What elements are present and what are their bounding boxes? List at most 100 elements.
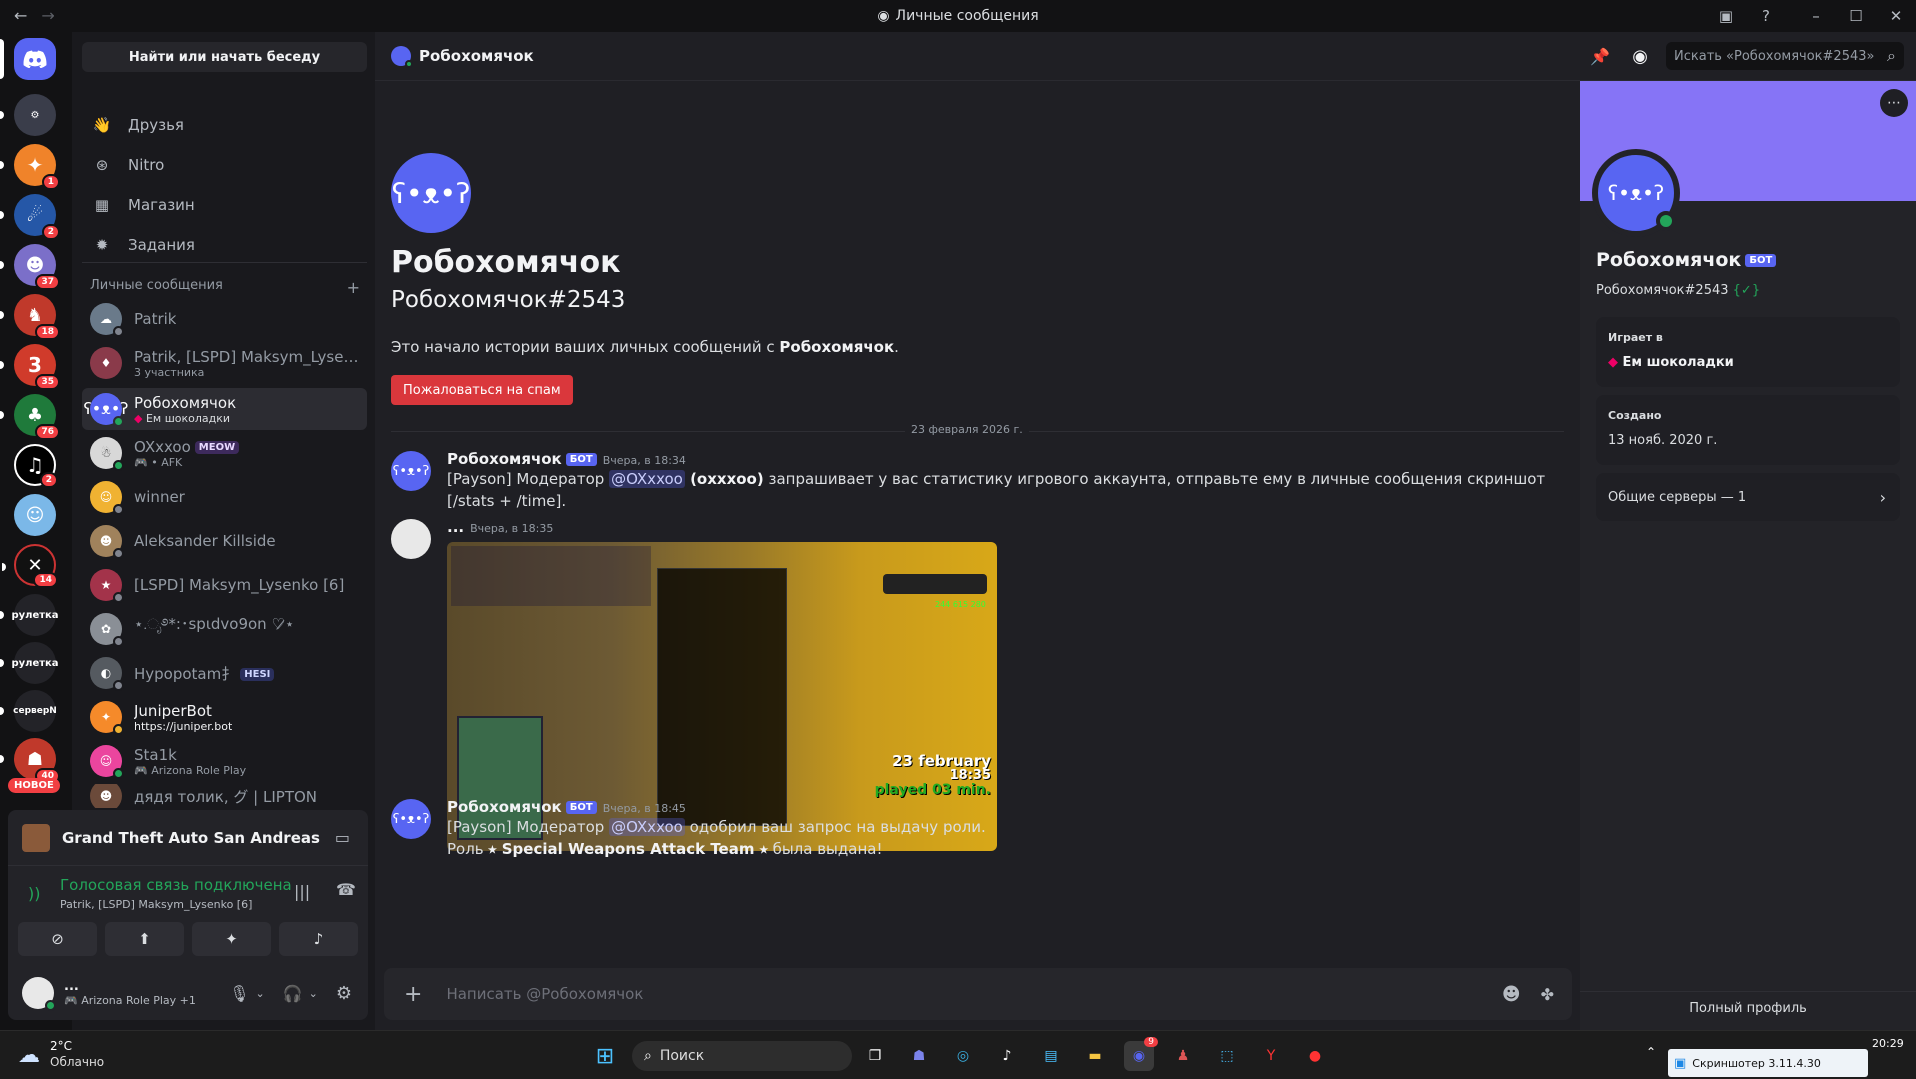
server-icon-8[interactable]: ♫ 2	[14, 444, 58, 488]
server-icon-14[interactable]: ☗ 40	[0, 738, 60, 784]
store-icon[interactable]: ▤	[1036, 1041, 1066, 1071]
voice-actions: ⊘ ⬆ ✦ ♪	[18, 922, 358, 956]
message-composer[interactable]: + Написать @Робохомячок ☻ ✤	[384, 968, 1572, 1020]
more-options-icon[interactable]: ⋯	[1880, 89, 1908, 117]
avatar: ʕ•ᴥ•ʔ	[84, 393, 128, 427]
report-spam-button[interactable]: Пожаловаться на спам	[391, 375, 573, 405]
chat-header: Робохомячок 📌 ◉ Искать «Робохомячок#2543…	[375, 32, 1916, 81]
shop-icon: ▦	[94, 196, 110, 214]
hamster-bot-icon: ʕ•ᴥ•ʔ	[83, 399, 129, 418]
microphone-icon[interactable]: 🎙	[229, 984, 249, 1003]
screenshot-tool-icon[interactable]: ⬚	[1212, 1041, 1242, 1071]
full-profile-link[interactable]: Полный профиль	[1580, 1001, 1916, 1016]
game-app-icon[interactable]: ♟	[1168, 1041, 1198, 1071]
nav-shop[interactable]: ▦ Магазин	[82, 186, 367, 224]
server-icon-2[interactable]: ✦ 1	[0, 144, 60, 190]
dm-item[interactable]: ☁ Patrik	[82, 298, 367, 340]
chevron-down-icon[interactable]: ⌄	[256, 987, 265, 1000]
emoji-icon[interactable]: ☻	[1502, 984, 1521, 1005]
cloud-icon: ☁	[18, 1043, 40, 1068]
user-profile-icon[interactable]: ◉	[1632, 46, 1648, 67]
dm-item[interactable]: ◐ Hypopotam⺘ HESI	[82, 652, 367, 694]
server-icon-5[interactable]: ♞ 18	[0, 294, 60, 340]
teams-icon[interactable]: ☗	[904, 1041, 934, 1071]
server-icon-4[interactable]: ☻ 37	[0, 244, 60, 290]
new-servers-badge[interactable]: НОВОЕ	[8, 778, 60, 793]
camera-off-icon[interactable]: ⊘	[18, 922, 97, 956]
server-serverN[interactable]: серверN	[0, 690, 57, 732]
server-ruletka-2[interactable]: рулетка	[0, 642, 59, 684]
chevron-down-icon[interactable]: ⌄	[309, 987, 318, 1000]
taskbar-search[interactable]: ⌕ Поиск	[632, 1041, 852, 1071]
server-icon-7[interactable]: ♣ 76	[0, 394, 60, 440]
user-mention[interactable]: @OXxxoo	[609, 818, 685, 836]
dm-item-group[interactable]: ♦ Patrik, [LSPD] Maksym_Lysenk... 3 участ…	[82, 342, 367, 384]
pin-icon[interactable]: 📌	[1590, 47, 1610, 66]
anime-avatar-icon: ☺	[25, 504, 45, 526]
home-button[interactable]	[0, 38, 56, 80]
disconnect-icon[interactable]: ☎	[336, 880, 356, 899]
mutual-servers-button[interactable]: Общие серверы — 1 ›	[1596, 473, 1900, 521]
search-box[interactable]: Искать «Робохомячок#2543» ⌕	[1666, 42, 1904, 70]
create-dm-plus-icon[interactable]: +	[347, 278, 360, 297]
user-mention[interactable]: @OXxxoo	[609, 470, 685, 488]
screen-share-button[interactable]: ⬆	[105, 922, 184, 956]
record-icon[interactable]: ●	[1300, 1041, 1330, 1071]
fox-icon: ✦	[26, 153, 44, 177]
avatar[interactable]	[391, 519, 431, 559]
close-icon[interactable]: ✕	[1876, 7, 1916, 25]
activities-icon[interactable]: ✦	[192, 922, 271, 956]
dm-item[interactable]: ☺ Sta1k 🎮 Arizona Role Play	[82, 740, 367, 782]
dm-item[interactable]: ☺ winner	[82, 476, 367, 518]
tiktok-icon[interactable]: ♪	[992, 1041, 1022, 1071]
apps-icon[interactable]: ✤	[1541, 985, 1554, 1004]
dm-item-active[interactable]: ʕ•ᴥ•ʔ Робохомячок ◆ Ем шоколадки	[82, 388, 367, 430]
nav-quests[interactable]: ✹ Задания	[82, 226, 367, 264]
attach-plus-icon[interactable]: +	[404, 982, 422, 1007]
server-icon-9[interactable]: ☺	[14, 494, 56, 536]
nav-nitro[interactable]: ⊛ Nitro	[82, 146, 367, 184]
meow-tag: MEOW	[194, 440, 240, 454]
tray-chevron-up-icon[interactable]: ⌃	[1646, 1045, 1656, 1059]
dm-item[interactable]: ☻ Aleksander Killside	[82, 520, 367, 562]
window-title: ◉ Личные сообщения	[877, 8, 1039, 24]
soundboard-icon[interactable]: ♪	[279, 922, 358, 956]
date-divider-label: 23 февраля 2026 г.	[905, 423, 1029, 436]
minimize-icon[interactable]: –	[1796, 7, 1836, 25]
online-status	[1656, 211, 1676, 231]
server-icon-3[interactable]: ☄ 2	[0, 194, 60, 240]
windows-start-icon[interactable]: ⊞	[590, 1041, 620, 1071]
dm-item[interactable]: ☻ дядя толик, グ | LIPTON	[82, 784, 367, 808]
edge-icon[interactable]: ◎	[948, 1041, 978, 1071]
server-icon-10[interactable]: ✕ 14	[2, 544, 58, 588]
avatar: ☃	[90, 437, 124, 471]
find-conversation-button[interactable]: Найти или начать беседу	[82, 42, 367, 72]
noise-suppression-icon[interactable]: |||	[294, 882, 310, 901]
screenshoter-notification[interactable]: ▣ Скриншотер 3.11.4.30	[1668, 1049, 1868, 1077]
explorer-icon[interactable]: ▬	[1080, 1041, 1110, 1071]
headphones-icon[interactable]: 🎧	[283, 984, 303, 1003]
created-card: Создано 13 нояб. 2020 г.	[1596, 395, 1900, 465]
avatar[interactable]	[22, 977, 56, 1011]
dm-item[interactable]: ✦ JuniperBot https://juniper.bot	[82, 696, 367, 738]
server-icon-6[interactable]: 3 35	[0, 344, 60, 390]
yandex-icon[interactable]: Y	[1256, 1041, 1286, 1071]
signal-icon: ))	[28, 884, 41, 903]
server-icon-1[interactable]: ⚙	[0, 94, 56, 136]
settings-gear-icon[interactable]: ⚙	[336, 983, 352, 1004]
server-ruletka-1[interactable]: рулетка	[0, 594, 59, 636]
inbox-icon[interactable]: ▣	[1706, 7, 1746, 25]
maximize-icon[interactable]: ☐	[1836, 7, 1876, 25]
avatar[interactable]: ʕ•ᴥ•ʔ	[391, 451, 431, 491]
dm-item[interactable]: ☃ OXxxoo MEOW 🎮 • AFK	[82, 432, 367, 474]
help-icon[interactable]: ?	[1746, 7, 1786, 25]
avatar: ★	[90, 569, 124, 603]
screen-share-icon[interactable]: ▭	[335, 828, 350, 847]
dm-item[interactable]: ✿ ⋆.ೃ࿔*:･spιdvo9on ♡̷⋆	[82, 608, 367, 650]
discord-taskbar-icon[interactable]: ◉ 9	[1124, 1037, 1158, 1071]
nav-friends[interactable]: 👋 Друзья	[82, 106, 367, 144]
avatar[interactable]: ʕ•ᴥ•ʔ	[391, 799, 431, 839]
now-playing-bar[interactable]: Grand Theft Auto San Andreas ▭	[8, 810, 368, 866]
dm-item[interactable]: ★ [LSPD] Maksym_Lysenko [6]	[82, 564, 367, 606]
task-view-icon[interactable]: ❐	[860, 1041, 890, 1071]
